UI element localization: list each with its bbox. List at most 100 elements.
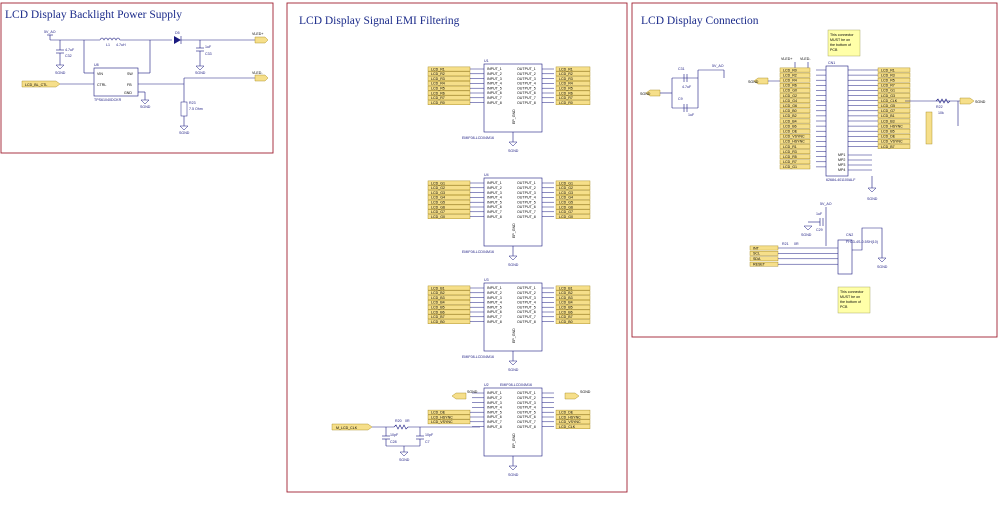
note2-line2: MUST be on xyxy=(840,295,860,299)
emi-chip-u3: U3 EMIF08-LCD04M16 EP_GND SGND INPUT_1 OUTPUT… xyxy=(427,278,591,372)
emi-input-port-label: LCD_HSYNC xyxy=(431,415,453,419)
emi-chip-output-pin: OUTPUT_1 xyxy=(517,181,536,185)
cn1-left-port-label: LCD_G4 xyxy=(783,99,797,103)
connection-section-frame xyxy=(631,2,998,338)
cn1-right-port-label: LCD_B3 xyxy=(881,119,895,123)
cn1-left-port-label: LCD_G2 xyxy=(783,94,797,98)
cn1-right-port-label: LCD_HSYNC xyxy=(881,124,903,128)
emi-chip-input-pin: INPUT_8 xyxy=(487,101,502,105)
cn1-right-port-label: LCD_CLK xyxy=(881,99,898,103)
emi-chip-input-pin: INPUT_4 xyxy=(487,82,502,86)
u2-sgnd-in-label: SGND xyxy=(467,390,478,394)
emi-chip-output-pin: OUTPUT_3 xyxy=(517,296,536,300)
cn1-mp-label: MP1 xyxy=(838,153,845,157)
c7-ref: C7 xyxy=(425,440,430,444)
emi-chip-input-pin: INPUT_3 xyxy=(487,296,502,300)
emi-output-port-label: LCD_B2 xyxy=(559,291,573,295)
emi-chip-input-pin: INPUT_2 xyxy=(487,72,502,76)
c29-gnd-label: SGND xyxy=(801,233,812,237)
emi-output-port-label: LCD_G3 xyxy=(559,191,573,195)
l1-value: 4.7uH xyxy=(116,43,126,47)
emi-chip-input-pin: INPUT_7 xyxy=(487,210,502,214)
cn2-port-label: INT xyxy=(753,246,760,250)
note2-line4: PCB xyxy=(840,305,848,309)
backlight-5v-label: 5V_AO xyxy=(44,30,56,34)
emi-chip-output-pin: OUTPUT_4 xyxy=(517,406,536,410)
cn2-gnd-label: SGND xyxy=(877,265,888,269)
cn1-left-port-label: LCD_DE xyxy=(783,130,798,134)
cn1-left-port-label: LCD_G1 xyxy=(783,165,797,169)
cn1-left-port-label: LCD_G0 xyxy=(783,89,797,93)
schematic-sheet: LCD Display Backlight Power Supply LCD D… xyxy=(0,2,998,493)
cn1-left-port-label: LCD_R3 xyxy=(783,150,797,154)
vled-plus-label-backlight: VLED+ xyxy=(252,32,264,36)
emi-chip-part: EMIF08-LCD04M16 xyxy=(500,383,532,387)
emi-chip-input-pin: INPUT_7 xyxy=(487,420,502,424)
emi-chip-input-pin: INPUT_6 xyxy=(487,91,502,95)
emi-chip-output-pin: OUTPUT_2 xyxy=(517,396,536,400)
emi-chip-output-pin: OUTPUT_7 xyxy=(517,420,536,424)
r20-value: 0R xyxy=(405,419,410,423)
conn-sgnd-port-right xyxy=(959,97,975,105)
emi-chip-output-pin: OUTPUT_1 xyxy=(517,391,536,395)
cn1-left-port-label: LCD_R1 xyxy=(783,145,797,149)
emi-chip-input-pin: INPUT_5 xyxy=(487,305,502,309)
u8-pin-fb: FB xyxy=(127,83,132,87)
emi-input-port-label: LCD_G4 xyxy=(431,196,445,200)
emi-output-port-label: LCD_G1 xyxy=(559,181,573,185)
c7-value: 10pF xyxy=(425,433,434,437)
emi-chip-output-pin: OUTPUT_6 xyxy=(517,205,536,209)
cn1-left-port-label: LCD_R4 xyxy=(783,79,797,83)
emi-chip-output-pin: OUTPUT_2 xyxy=(517,72,536,76)
conn-sgnd-left-label: SGND xyxy=(640,92,651,96)
emi-chip-input-pin: INPUT_3 xyxy=(487,401,502,405)
emi-filter-chips: U1 EMIF08-LCD04M16 EP_GND SGND INPUT_1 OUTPUT… xyxy=(427,59,591,477)
emi-chip-output-pin: OUTPUT_1 xyxy=(517,67,536,71)
emi-input-port-label: LCD_R3 xyxy=(431,77,445,81)
cn1-left-port-label: LCD_B6 xyxy=(783,124,797,128)
conn-vled-minus-label: VLED- xyxy=(800,57,811,61)
u2-sgnd-out-label: SGND xyxy=(580,390,591,394)
emi-input-port-label: LCD_B7 xyxy=(431,315,445,319)
emi-chip-input-pin: INPUT_6 xyxy=(487,310,502,314)
l1-ref: L1 xyxy=(106,43,110,47)
emi-chip-gnd-label: SGND xyxy=(508,149,519,153)
cn1-right-port-label: LCD_G3 xyxy=(881,94,895,98)
note2-line1: This connector xyxy=(840,290,864,294)
cn2-port-label: SDA xyxy=(753,257,761,261)
cn1-left-port-label: LCD_R5 xyxy=(783,155,797,159)
emi-input-port-label: LCD_VSYNC xyxy=(431,420,453,424)
emi-chip-ep-gnd: EP_GND xyxy=(512,328,516,343)
emi-output-port-label: LCD_R2 xyxy=(559,72,573,76)
emi-chip-output-pin: OUTPUT_2 xyxy=(517,291,536,295)
emi-output-port-label: LCD_VSYNC xyxy=(559,420,581,424)
emi-section-title: LCD Display Signal EMI Filtering xyxy=(299,15,460,27)
emi-output-port-label: LCD_G4 xyxy=(559,196,573,200)
r22-value: 10k xyxy=(938,111,944,115)
emi-chip-ref: U4 xyxy=(484,173,489,177)
emi-chip-output-pin: OUTPUT_4 xyxy=(517,82,536,86)
emi-chip-output-pin: OUTPUT_4 xyxy=(517,196,536,200)
r22-ref: R22 xyxy=(936,105,943,109)
cn1-left-port-label: LCD_B2 xyxy=(783,114,797,118)
emi-chip-gnd-label: SGND xyxy=(508,473,519,477)
cn1-mp-label: MP2 xyxy=(838,158,845,162)
note2-line3: the bottom of xyxy=(840,300,861,304)
emi-chip-output-pin: OUTPUT_4 xyxy=(517,301,536,305)
c33-gnd-label: SGND xyxy=(195,71,206,75)
conn-5v-label: 5V_AO xyxy=(712,64,724,68)
emi-chip-input-pin: INPUT_8 xyxy=(487,215,502,219)
emi-chip-output-pin: OUTPUT_7 xyxy=(517,210,536,214)
emi-chip-output-pin: OUTPUT_8 xyxy=(517,101,536,105)
c33-ref: C33 xyxy=(205,52,212,56)
emi-output-port-label: LCD_G5 xyxy=(559,201,573,205)
cn1-right-port-label: LCD_B1 xyxy=(881,114,895,118)
emi-chip-gnd-label: SGND xyxy=(508,263,519,267)
emi-output-port-label: LCD_R4 xyxy=(559,82,573,86)
c9-value: 1uF xyxy=(688,113,695,117)
emi-chip-gnd-label: SGND xyxy=(508,368,519,372)
cn2-port-label: SCL xyxy=(753,252,760,256)
emi-chip-output-pin: OUTPUT_2 xyxy=(517,186,536,190)
u8-ref: U8 xyxy=(94,63,99,67)
emi-output-port-label: LCD_B1 xyxy=(559,286,573,290)
